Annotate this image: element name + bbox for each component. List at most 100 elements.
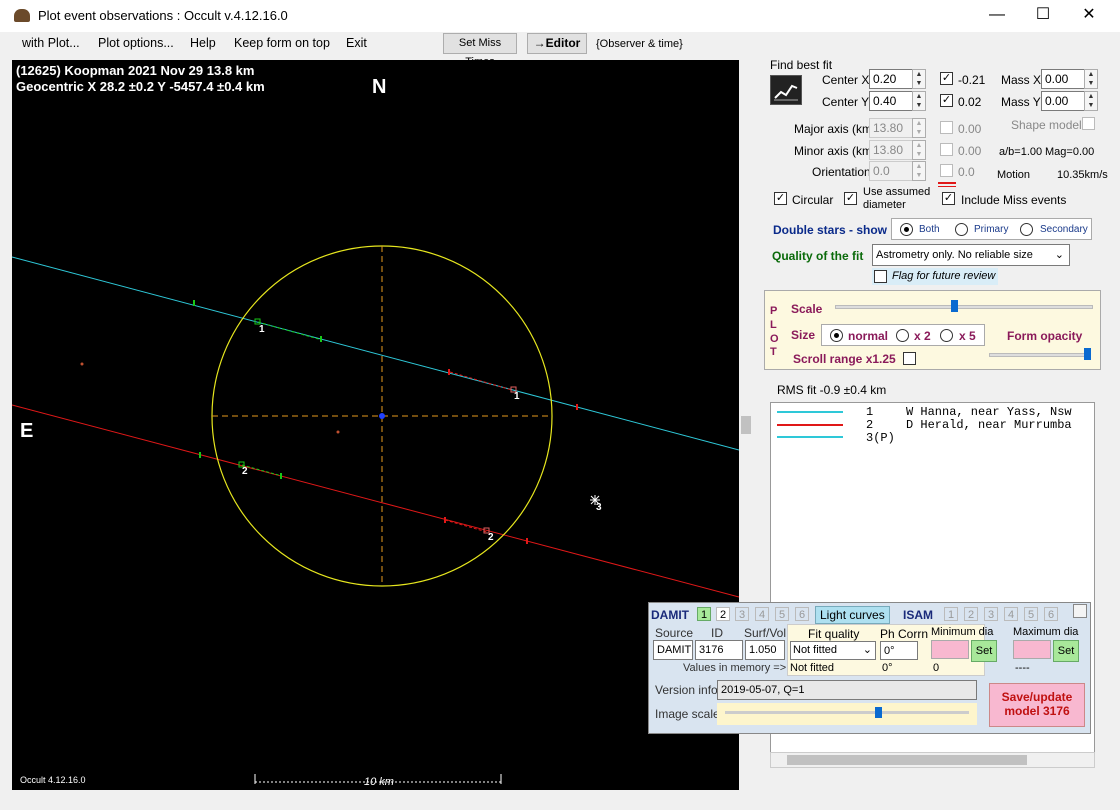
use-assumed-diameter-checkbox[interactable]: ✓ <box>844 192 857 205</box>
damit-tab-6[interactable]: 6 <box>795 607 809 621</box>
radio-primary[interactable] <box>955 223 968 236</box>
values-in-memory-label: Values in memory => <box>683 662 787 674</box>
mass-y-input[interactable]: 0.00 <box>1041 91 1085 111</box>
id-header: ID <box>711 626 723 640</box>
damit-tab-3[interactable]: 3 <box>735 607 749 621</box>
center-y-label: Center Y <box>822 95 870 109</box>
plot-canvas[interactable]: (12625) Koopman 2021 Nov 29 13.8 km Geoc… <box>12 60 739 790</box>
scale-slider-thumb[interactable] <box>951 300 958 312</box>
surf-vol-header: Surf/Vol <box>744 626 787 640</box>
ph-corrn-field[interactable]: 0° <box>880 641 918 660</box>
damit-tab-1[interactable]: 1 <box>697 607 711 621</box>
center-x-spinner[interactable]: ▲ ▼ <box>912 69 926 89</box>
isam-tab-5[interactable]: 5 <box>1024 607 1038 621</box>
fit-quality-value: Not fitted <box>793 644 838 656</box>
max-dia-set-button[interactable]: Set <box>1053 640 1079 662</box>
surf-vol-field[interactable]: 1.050 <box>745 640 785 660</box>
orientation-label: Orientation <box>812 165 871 179</box>
center-y-checkbox[interactable]: ✓ <box>940 94 953 107</box>
fit-quality-select[interactable]: Not fitted ⌄ <box>790 641 876 660</box>
find-best-fit-button[interactable] <box>770 75 802 105</box>
center-x-input[interactable]: 0.20 <box>869 69 913 89</box>
menu-with-plot[interactable]: with Plot... <box>22 36 80 50</box>
isam-tab-1[interactable]: 1 <box>944 607 958 621</box>
minimum-dia-field[interactable] <box>931 640 969 659</box>
center-y-input[interactable]: 0.40 <box>869 91 913 111</box>
minor-axis-input[interactable]: 13.80 <box>869 140 913 160</box>
maximum-dia-field[interactable] <box>1013 640 1051 659</box>
memory-min-dia: 0 <box>933 662 940 674</box>
orientation-input[interactable]: 0.0 <box>869 161 913 181</box>
radio-normal[interactable] <box>830 329 843 342</box>
form-opacity-slider[interactable] <box>989 348 1091 360</box>
legend-line-3 <box>777 436 843 438</box>
id-field[interactable]: 3176 <box>695 640 743 660</box>
maximize-icon[interactable]: ☐ <box>1020 0 1066 32</box>
plot-header-line1: (12625) Koopman 2021 Nov 29 13.8 km <box>16 63 255 78</box>
legend-line-1 <box>777 411 843 413</box>
menu-exit[interactable]: Exit <box>346 36 367 50</box>
plot-header-line2: Geocentric X 28.2 ±0.2 Y -5457.4 ±0.4 km <box>16 79 265 94</box>
shape-model-checkbox[interactable] <box>1082 117 1095 130</box>
quality-select[interactable]: Astrometry only. No reliable size ⌄ <box>872 244 1070 266</box>
mass-x-spinner[interactable]: ▲ ▼ <box>1084 69 1098 89</box>
chord-label: 2 <box>488 532 494 543</box>
major-axis-input[interactable]: 13.80 <box>869 118 913 138</box>
menu-help[interactable]: Help <box>190 36 216 50</box>
isam-tab-6[interactable]: 6 <box>1044 607 1058 621</box>
orientation-value: 0.0 <box>958 165 975 179</box>
minimize-icon[interactable]: — <box>974 0 1020 32</box>
isam-tab-2[interactable]: 2 <box>964 607 978 621</box>
scale-slider[interactable] <box>835 300 1093 312</box>
isam-tab-4[interactable]: 4 <box>1004 607 1018 621</box>
legend-line-2 <box>777 424 843 426</box>
radio-x2[interactable] <box>896 329 909 342</box>
plot-horizontal-scrollbar[interactable] <box>12 790 739 804</box>
include-miss-checkbox[interactable]: ✓ <box>942 192 955 205</box>
observer-time-label[interactable]: {Observer & time} <box>596 38 683 50</box>
orientation-checkbox[interactable] <box>940 164 953 177</box>
image-scale-label: Image scale <box>655 707 720 721</box>
isam-tab-3[interactable]: 3 <box>984 607 998 621</box>
legend-horizontal-scrollbar[interactable] <box>770 752 1095 768</box>
scroll-thumb[interactable] <box>741 416 751 434</box>
save-update-model-button[interactable]: Save/update model 3176 <box>989 683 1085 727</box>
image-scale-thumb[interactable] <box>875 707 882 718</box>
damit-close-box[interactable] <box>1073 604 1087 618</box>
legend-num-1: 1 <box>866 405 874 419</box>
radio-secondary[interactable] <box>1020 223 1033 236</box>
image-scale-slider[interactable] <box>717 703 977 725</box>
scale-bar-label: 10 km <box>364 776 394 788</box>
mass-y-spinner[interactable]: ▲ ▼ <box>1084 91 1098 111</box>
minor-axis-spinner[interactable]: ▲ ▼ <box>912 140 926 160</box>
legend-scroll-thumb[interactable] <box>787 755 1027 765</box>
scroll-range-checkbox[interactable] <box>903 352 916 365</box>
circular-checkbox[interactable]: ✓ <box>774 192 787 205</box>
radio-x5[interactable] <box>940 329 953 342</box>
center-y-spinner[interactable]: ▲ ▼ <box>912 91 926 111</box>
major-axis-value: 0.00 <box>958 122 982 136</box>
form-opacity-slider-thumb[interactable] <box>1084 348 1091 360</box>
plot-side-o: O <box>770 333 779 345</box>
close-icon[interactable]: ✕ <box>1066 0 1112 32</box>
major-axis-spinner[interactable]: ▲ ▼ <box>912 118 926 138</box>
set-miss-times-button[interactable]: Set Miss Times <box>443 33 517 68</box>
light-curves-button[interactable]: Light curves <box>815 606 890 624</box>
image-scale-track <box>725 711 969 714</box>
editor-button[interactable]: →Editor <box>527 33 587 54</box>
damit-tab-5[interactable]: 5 <box>775 607 789 621</box>
damit-tab-2[interactable]: 2 <box>716 607 730 621</box>
damit-tab-4[interactable]: 4 <box>755 607 769 621</box>
mass-x-input[interactable]: 0.00 <box>1041 69 1085 89</box>
minor-axis-checkbox[interactable] <box>940 143 953 156</box>
center-x-checkbox[interactable]: ✓ <box>940 72 953 85</box>
radio-both[interactable] <box>900 223 913 236</box>
x2-label: x 2 <box>914 329 931 343</box>
plot-drawing <box>12 245 739 784</box>
menu-plot-options[interactable]: Plot options... <box>98 36 174 50</box>
flag-review-checkbox[interactable] <box>874 270 887 283</box>
major-axis-checkbox[interactable] <box>940 121 953 134</box>
menu-keep-on-top[interactable]: Keep form on top <box>234 36 330 50</box>
min-dia-set-button[interactable]: Set <box>971 640 997 662</box>
orientation-spinner[interactable]: ▲ ▼ <box>912 161 926 181</box>
